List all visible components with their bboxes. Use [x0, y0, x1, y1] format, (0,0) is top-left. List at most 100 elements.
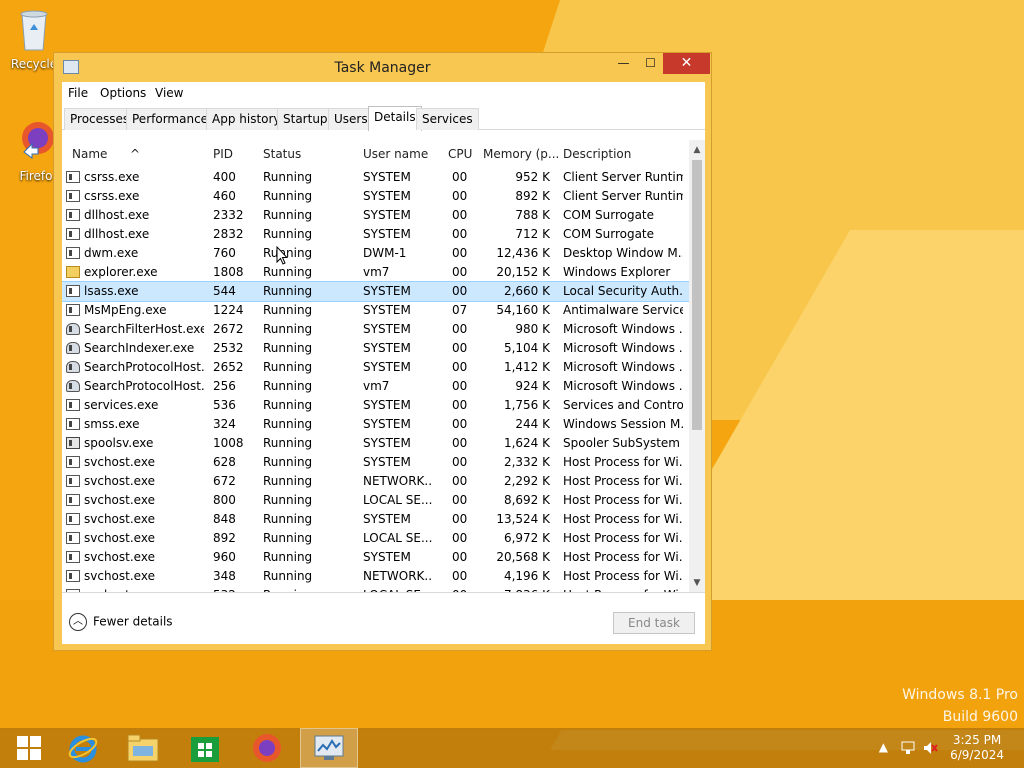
cell-user: SYSTEM — [363, 189, 411, 203]
column-header-name[interactable]: Name — [72, 147, 107, 161]
tab-users[interactable]: Users — [328, 108, 374, 130]
vertical-scrollbar[interactable]: ▲ ▼ — [689, 140, 705, 593]
minimize-button[interactable]: — — [610, 53, 637, 74]
menu-view[interactable]: View — [155, 86, 183, 100]
scroll-down-icon[interactable]: ▼ — [689, 575, 705, 591]
column-header-status[interactable]: Status — [263, 147, 301, 161]
table-row[interactable]: services.exe 536 Running SYSTEM 00 1,756 K Ser… — [62, 396, 689, 415]
cell-desc: Services and Control... — [563, 398, 683, 412]
process-icon — [66, 532, 80, 544]
table-row[interactable]: MsMpEng.exe 1224 Running SYSTEM 07 54,160 K An… — [62, 301, 689, 320]
cell-name: dwm.exe — [84, 246, 139, 260]
table-row[interactable]: csrss.exe 400 Running SYSTEM 00 952 K Client S… — [62, 168, 689, 187]
table-row[interactable]: dllhost.exe 2332 Running SYSTEM 00 788 K COM S… — [62, 206, 689, 225]
cell-status: Running — [263, 360, 313, 374]
volume-muted-icon[interactable] — [922, 740, 938, 756]
cell-pid: 1008 — [213, 436, 244, 450]
table-row[interactable]: svchost.exe 672 Running NETWORK... 00 2,292 K… — [62, 472, 689, 491]
cell-name: svchost.exe — [84, 512, 155, 526]
cell-pid: 2832 — [213, 227, 244, 241]
column-header-description[interactable]: Description — [563, 147, 631, 161]
tab-details[interactable]: Details — [368, 106, 422, 131]
table-row[interactable]: SearchIndexer.exe 2532 Running SYSTEM 00 5,10… — [62, 339, 689, 358]
taskbar-firefox[interactable] — [238, 728, 296, 768]
table-row[interactable]: spoolsv.exe 1008 Running SYSTEM 00 1,624 K Spo… — [62, 434, 689, 453]
menu-file[interactable]: File — [68, 86, 88, 100]
taskbar-file-explorer[interactable] — [114, 728, 172, 768]
column-header-user-name[interactable]: User name — [363, 147, 428, 161]
title-bar[interactable]: Task Manager — ☐ ✕ — [54, 53, 711, 82]
cell-user: LOCAL SE... — [363, 493, 433, 507]
taskbar-store[interactable] — [176, 728, 234, 768]
table-row[interactable]: SearchProtocolHost.... 2652 Running SYSTEM 0… — [62, 358, 689, 377]
table-row[interactable]: lsass.exe 544 Running SYSTEM 00 2,660 K Local … — [62, 281, 690, 302]
table-row[interactable]: SearchProtocolHost.... 256 Running vm7 00 924… — [62, 377, 689, 396]
cell-status: Running — [263, 170, 313, 184]
table-row[interactable]: csrss.exe 460 Running SYSTEM 00 892 K Client S… — [62, 187, 689, 206]
tab-app-history[interactable]: App history — [206, 108, 287, 130]
cell-status: Running — [263, 398, 313, 412]
table-row[interactable]: dwm.exe 760 Running DWM-1 00 12,436 K Desktop … — [62, 244, 689, 263]
process-icon — [66, 437, 80, 449]
tab-processes[interactable]: Processes — [64, 108, 136, 130]
details-list: Name ^ PID Status User name CPU Memory (… — [62, 140, 705, 593]
close-button[interactable]: ✕ — [663, 53, 710, 74]
cell-cpu: 00 — [452, 284, 468, 298]
cell-pid: 256 — [213, 379, 236, 393]
taskbar-internet-explorer[interactable] — [54, 728, 112, 768]
cell-name: svchost.exe — [84, 569, 155, 583]
menu-options[interactable]: Options — [100, 86, 146, 100]
cell-pid: 960 — [213, 550, 236, 564]
table-row[interactable]: svchost.exe 848 Running SYSTEM 00 13,524 K Hos… — [62, 510, 689, 529]
process-icon — [66, 399, 80, 411]
tab-performance[interactable]: Performance — [126, 108, 215, 130]
cell-mem: 6,972 K — [503, 531, 550, 545]
column-header-row: Name ^ PID Status User name CPU Memory (… — [62, 140, 689, 168]
show-hidden-icons-chevron-icon[interactable]: ▲ — [879, 740, 888, 754]
table-row[interactable]: dllhost.exe 2832 Running SYSTEM 00 712 K COM S… — [62, 225, 689, 244]
cell-user: SYSTEM — [363, 512, 411, 526]
cell-desc: Client Server Runtim... — [563, 170, 683, 184]
process-icon — [66, 342, 80, 354]
cell-cpu: 00 — [452, 493, 468, 507]
table-row[interactable]: svchost.exe 348 Running NETWORK... 00 4,196 K… — [62, 567, 689, 586]
cell-user: NETWORK... — [363, 569, 433, 583]
cell-status: Running — [263, 208, 313, 222]
taskbar-clock[interactable]: 3:25 PM 6/9/2024 — [950, 733, 1004, 763]
cell-cpu: 00 — [452, 474, 468, 488]
scrollbar-thumb[interactable] — [692, 160, 702, 430]
table-row[interactable]: svchost.exe 960 Running SYSTEM 00 20,568 K Hos… — [62, 548, 689, 567]
fewer-details-button[interactable]: ︿ Fewer details — [69, 613, 173, 631]
cell-status: Running — [263, 455, 313, 469]
network-icon[interactable] — [900, 740, 916, 756]
cell-mem: 952 K — [515, 170, 550, 184]
tab-startup[interactable]: Startup — [277, 108, 334, 130]
table-row[interactable]: svchost.exe 628 Running SYSTEM 00 2,332 K Host… — [62, 453, 689, 472]
table-row[interactable]: explorer.exe 1808 Running vm7 00 20,152 K Wind… — [62, 263, 689, 282]
cell-status: Running — [263, 417, 313, 431]
table-row[interactable]: SearchFilterHost.exe 2672 Running SYSTEM 00 9… — [62, 320, 689, 339]
cell-mem: 1,412 K — [503, 360, 550, 374]
process-icon — [66, 190, 80, 202]
tab-services[interactable]: Services — [416, 108, 479, 130]
taskbar-task-manager[interactable] — [300, 728, 358, 768]
table-row[interactable]: svchost.exe 892 Running LOCAL SE... 00 6,972 … — [62, 529, 689, 548]
end-task-button[interactable]: End task — [613, 612, 695, 634]
cell-user: SYSTEM — [363, 436, 411, 450]
scroll-up-icon[interactable]: ▲ — [689, 142, 705, 158]
process-icon — [66, 513, 80, 525]
maximize-button[interactable]: ☐ — [637, 53, 664, 74]
cell-status: Running — [263, 189, 313, 203]
start-button[interactable] — [0, 728, 58, 768]
process-icon — [66, 266, 80, 278]
process-icon — [66, 304, 80, 316]
cell-user: SYSTEM — [363, 170, 411, 184]
chevron-up-icon: ︿ — [69, 613, 87, 631]
column-header-pid[interactable]: PID — [213, 147, 233, 161]
column-header-cpu[interactable]: CPU — [448, 147, 472, 161]
table-row[interactable]: smss.exe 324 Running SYSTEM 00 244 K Windows S… — [62, 415, 689, 434]
column-header-memory[interactable]: Memory (p... — [483, 147, 559, 161]
cell-user: SYSTEM — [363, 455, 411, 469]
cell-name: SearchProtocolHost.... — [84, 360, 204, 374]
table-row[interactable]: svchost.exe 800 Running LOCAL SE... 00 8,692 … — [62, 491, 689, 510]
